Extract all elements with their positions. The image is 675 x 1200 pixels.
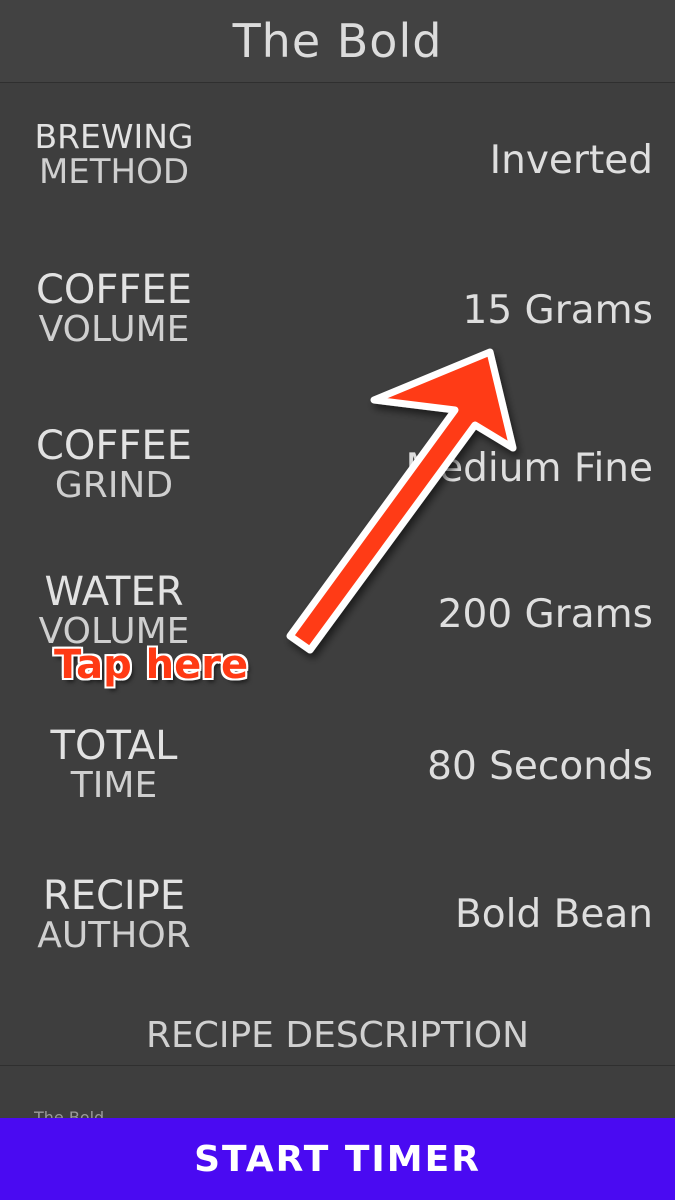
setting-label: TOTAL TIME bbox=[50, 723, 178, 806]
navigation-header: The Bold bbox=[0, 0, 675, 83]
setting-value-water-volume[interactable]: 200 Grams bbox=[438, 592, 653, 637]
setting-row-recipe-author[interactable]: RECIPE AUTHOR Bold Bean bbox=[0, 876, 675, 976]
setting-row-total-time[interactable]: TOTAL TIME 80 Seconds bbox=[0, 726, 675, 826]
divider bbox=[0, 1065, 675, 1066]
setting-label: COFFEE GRIND bbox=[36, 423, 192, 506]
setting-value-recipe-author[interactable]: Bold Bean bbox=[455, 892, 653, 937]
setting-value-coffee-grind[interactable]: Medium Fine bbox=[406, 446, 653, 491]
setting-value-coffee-volume[interactable]: 15 Grams bbox=[463, 288, 654, 333]
recipe-description-heading: RECIPE DESCRIPTION bbox=[145, 1015, 530, 1056]
setting-value-brewing-method[interactable]: Inverted bbox=[490, 138, 653, 183]
setting-value-total-time[interactable]: 80 Seconds bbox=[427, 744, 653, 789]
setting-label: COFFEE VOLUME bbox=[36, 267, 192, 350]
setting-row-coffee-grind[interactable]: COFFEE GRIND Medium Fine bbox=[0, 426, 675, 526]
setting-label: RECIPE AUTHOR bbox=[37, 873, 191, 956]
annotation-label: Tap here bbox=[54, 642, 249, 688]
setting-row-coffee-volume[interactable]: COFFEE VOLUME 15 Grams bbox=[0, 270, 675, 370]
setting-row-brewing-method[interactable]: BREWING METHOD Inverted bbox=[0, 120, 675, 220]
page-title: The Bold bbox=[232, 14, 443, 68]
setting-label: WATER VOLUME bbox=[38, 569, 190, 652]
start-timer-button[interactable]: START TIMER bbox=[0, 1118, 675, 1200]
setting-label: BREWING METHOD bbox=[34, 117, 194, 192]
